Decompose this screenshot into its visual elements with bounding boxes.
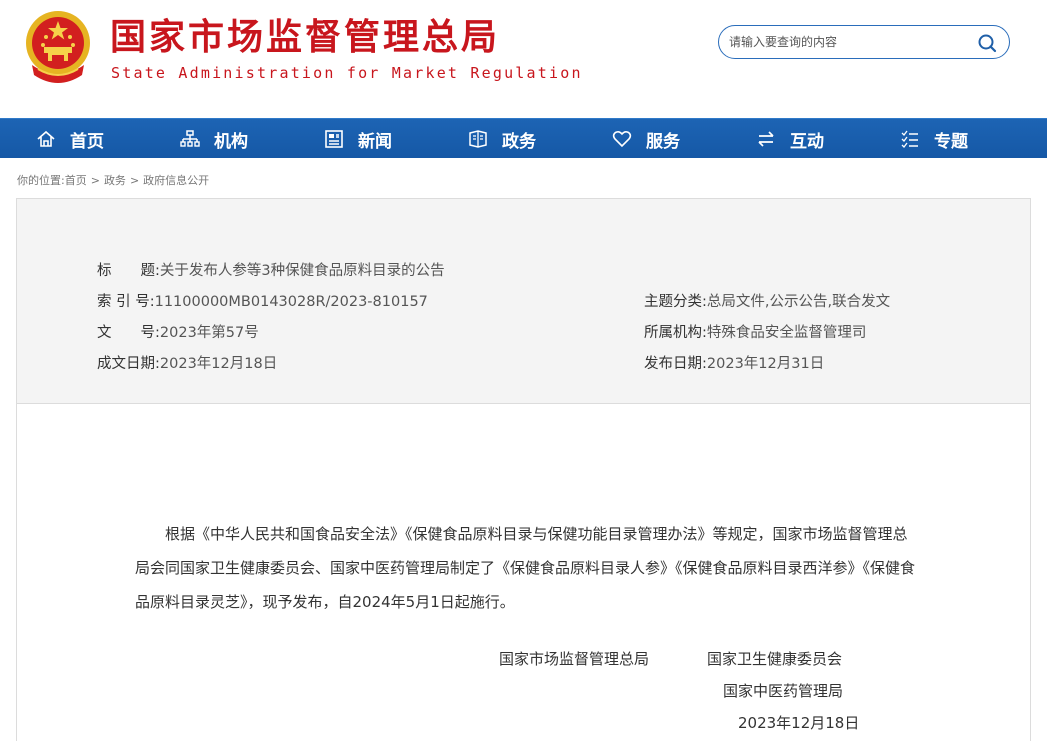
- main-nav: 首页 机构 新闻 政务 服务 互动 专题: [0, 118, 1047, 158]
- list-icon: [901, 130, 918, 148]
- meta-title-value: 关于发布人参等3种保健食品原料目录的公告: [159, 263, 445, 279]
- meta-title-label: 标 题:: [97, 263, 160, 279]
- search-box: [718, 25, 1010, 59]
- government-icon: [469, 130, 487, 148]
- meta-index-value: 11100000MB0143028R/2023-810157: [154, 294, 428, 310]
- home-icon: [37, 130, 55, 147]
- meta-index: 索 引 号:11100000MB0143028R/2023-810157: [97, 292, 428, 312]
- meta-written-date-label: 成文日期:: [97, 356, 160, 372]
- nav-item-org[interactable]: 机构: [180, 119, 248, 159]
- meta-org-label: 所属机构:: [644, 325, 707, 341]
- nav-item-home[interactable]: 首页: [36, 119, 104, 159]
- nav-item-topics[interactable]: 专题: [900, 119, 968, 159]
- document-metadata-panel: 标 题:关于发布人参等3种保健食品原料目录的公告 索 引 号:11100000M…: [17, 199, 1030, 404]
- article-frame: 标 题:关于发布人参等3种保健食品原料目录的公告 索 引 号:11100000M…: [16, 198, 1031, 741]
- meta-org: 所属机构:特殊食品安全监督管理司: [644, 323, 866, 343]
- nav-label: 新闻: [358, 131, 392, 152]
- meta-category: 主题分类:总局文件,公示公告,联合发文: [644, 292, 890, 312]
- breadcrumb-separator: >: [129, 174, 140, 187]
- national-emblem-icon[interactable]: [22, 9, 94, 87]
- breadcrumb: 你的位置:首页 > 政务 > 政府信息公开: [17, 172, 209, 188]
- nav-label: 互动: [790, 131, 824, 152]
- meta-written-date: 成文日期:2023年12月18日: [97, 354, 277, 374]
- meta-written-date-value: 2023年12月18日: [159, 356, 278, 372]
- nav-item-government[interactable]: 政务: [468, 119, 536, 159]
- nav-label: 专题: [934, 131, 968, 152]
- meta-publish-date-label: 发布日期:: [644, 356, 707, 372]
- search-icon[interactable]: [977, 33, 997, 53]
- meta-publish-date: 发布日期:2023年12月31日: [644, 354, 824, 374]
- signer-samr: 国家市场监督管理总局: [499, 650, 650, 668]
- article-body: 根据《中华人民共和国食品安全法》《保健食品原料目录与保健功能目录管理办法》等规定…: [135, 525, 916, 611]
- exchange-icon: [758, 131, 774, 147]
- breadcrumb-item-home[interactable]: 首页: [65, 174, 87, 187]
- sign-date: 2023年12月18日: [738, 714, 860, 732]
- nav-label: 首页: [70, 131, 104, 152]
- nav-item-news[interactable]: 新闻: [324, 119, 392, 159]
- site-subtitle: State Administration for Market Regulati…: [111, 64, 583, 82]
- meta-publish-date-value: 2023年12月31日: [706, 356, 825, 372]
- breadcrumb-separator: >: [90, 174, 100, 187]
- nav-item-service[interactable]: 服务: [612, 119, 680, 159]
- meta-doc-no-value: 2023年第57号: [159, 325, 259, 341]
- meta-doc-no: 文 号:2023年第57号: [97, 323, 259, 343]
- site-title[interactable]: 国家市场监督管理总局: [110, 18, 500, 58]
- nav-label: 服务: [646, 131, 680, 152]
- signer-natcm: 国家中医药管理局: [723, 682, 844, 700]
- site-header: 国家市场监督管理总局 State Administration for Mark…: [0, 0, 1047, 118]
- breadcrumb-prefix: 你的位置:: [17, 174, 65, 187]
- meta-category-value: 总局文件,公示公告,联合发文: [706, 294, 891, 310]
- org-chart-icon: [180, 130, 200, 147]
- meta-doc-no-label: 文 号:: [97, 325, 160, 341]
- meta-org-value: 特殊食品安全监督管理司: [706, 325, 867, 341]
- signer-nhc: 国家卫生健康委员会: [707, 650, 843, 668]
- meta-index-label: 索 引 号:: [97, 294, 155, 310]
- meta-title: 标 题:关于发布人参等3种保健食品原料目录的公告: [97, 261, 445, 281]
- search-input[interactable]: [729, 32, 969, 52]
- breadcrumb-item-government[interactable]: 政务: [104, 174, 126, 187]
- nav-item-interaction[interactable]: 互动: [756, 119, 824, 159]
- nav-label: 政务: [502, 131, 536, 152]
- heart-icon: [612, 130, 632, 148]
- breadcrumb-item-disclosure[interactable]: 政府信息公开: [143, 174, 209, 187]
- nav-label: 机构: [214, 131, 248, 152]
- news-icon: [325, 130, 343, 148]
- meta-category-label: 主题分类:: [644, 294, 707, 310]
